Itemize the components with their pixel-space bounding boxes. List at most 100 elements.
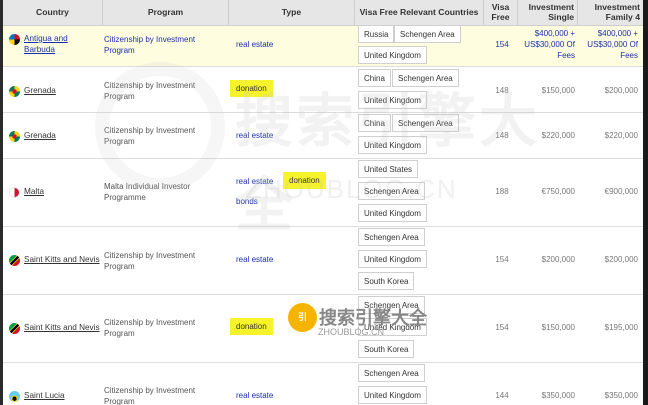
country-cell: Malta [9, 186, 44, 198]
country-cell: Antigua and Barbuda [9, 33, 68, 55]
program-line2: Program [104, 262, 135, 271]
country-cell: Grenada [9, 130, 56, 142]
visa-free-count: 148 [495, 86, 509, 95]
visa-free-count: 148 [495, 131, 509, 140]
investment-family-line3: Fees [620, 51, 638, 60]
type-donation-badge: donation [230, 318, 273, 335]
saint-lucia-flag-icon [9, 391, 20, 402]
type-bonds: bonds [236, 197, 258, 206]
visa-country-chip: United Kingdom [358, 204, 427, 222]
visa-country-chip: Schengen Area [358, 364, 425, 382]
program-line1: Citizenship by Investment [104, 318, 196, 327]
country-cell: Saint Lucia [9, 390, 65, 402]
malta-flag-icon [9, 187, 20, 198]
type-real-estate: real estate [236, 391, 274, 400]
visa-country-chip: United States [358, 160, 419, 178]
visa-free-count: 188 [495, 187, 509, 196]
program-line1: Malta Individual Investor [104, 182, 191, 191]
visa-free-count: 154 [495, 323, 509, 332]
country-link[interactable]: Grenada [24, 130, 56, 141]
header-program-label: Program [147, 6, 184, 17]
investment-single-line1: $400,000 + [534, 29, 575, 38]
visa-country-chip: United Kingdom [358, 46, 427, 64]
program-cell: Citizenship by Investment Program [104, 34, 224, 56]
visa-country-chip: United Kingdom [358, 136, 427, 154]
investment-family: $220,000 [604, 131, 638, 140]
header-type[interactable]: Type [229, 0, 355, 26]
country-cell: Saint Kitts and Nevis [9, 322, 100, 334]
header-inv-family-line2: Family 4 [605, 11, 640, 22]
type-real-estate: real estate [236, 131, 274, 140]
header-country[interactable]: Country [3, 0, 103, 26]
investment-single-line2: US$30,000 Of [524, 40, 575, 49]
type-donation-badge: donation [283, 172, 326, 189]
program-line1: Citizenship by Investment [104, 386, 196, 395]
saint-kitts-flag-icon [9, 323, 20, 334]
country-link[interactable]: Antigua and Barbuda [24, 33, 68, 55]
investment-single: $200,000 [541, 255, 575, 264]
antigua-flag-icon [9, 34, 20, 45]
country-link[interactable]: Saint Lucia [24, 390, 65, 401]
header-inv-single-line2: Single [548, 11, 574, 22]
watermark-logo-sub: ZHOUBLOG.CN [318, 327, 385, 337]
visa-country-chip: Schengen Area [358, 228, 425, 246]
visa-country-chip: South Korea [358, 340, 415, 358]
investment-family-line2: US$30,000 Of [587, 40, 638, 49]
investment-family: €900,000 [604, 187, 638, 196]
header-visa-free[interactable]: Visa Free [484, 0, 518, 26]
visa-country-chip: Schengen Area [392, 114, 459, 132]
country-cell: Saint Kitts and Nevis [9, 254, 100, 266]
type-donation-badge: donation [230, 80, 273, 97]
header-visa-free-line2: Free [491, 11, 510, 22]
program-line2: Program [104, 137, 135, 146]
results-table: Country Program Type Visa Free Relevant … [0, 0, 643, 405]
type-real-estate: real estate [236, 177, 274, 186]
investment-family-line1: $400,000 + [597, 29, 638, 38]
investment-family: $200,000 [604, 86, 638, 95]
investment-single: $150,000 [541, 86, 575, 95]
header-investment-family[interactable]: Investment Family 4 [578, 0, 643, 26]
program-line2: Program [104, 397, 135, 405]
investment-single: $150,000 [541, 323, 575, 332]
visa-country-chip: Schengen Area [358, 182, 425, 200]
visa-country-chip: Russia [358, 25, 395, 43]
country-link[interactable]: Grenada [24, 85, 56, 96]
country-name-line1: Antigua and [24, 34, 68, 43]
investment-family: $200,000 [604, 255, 638, 264]
header-visa-countries[interactable]: Visa Free Relevant Countries [355, 0, 484, 26]
program-line2: Programme [104, 193, 146, 202]
visa-country-chip: United Kingdom [358, 91, 427, 109]
program-line2: Program [104, 329, 135, 338]
header-visa-countries-label: Visa Free Relevant Countries [359, 6, 479, 17]
visa-country-chip: China [358, 114, 391, 132]
visa-country-chip: Schengen Area [394, 25, 461, 43]
country-cell: Grenada [9, 85, 56, 97]
program-cell: Citizenship by Investment Program [104, 385, 224, 405]
left-frame-edge [0, 0, 3, 405]
type-real-estate: real estate [236, 255, 274, 264]
investment-single: $220,000 [541, 131, 575, 140]
header-investment-single[interactable]: Investment Single [518, 0, 578, 26]
program-line1: Citizenship by Investment [104, 35, 196, 44]
program-cell: Citizenship by Investment Program [104, 317, 224, 339]
country-link[interactable]: Saint Kitts and Nevis [24, 322, 100, 333]
program-cell: Citizenship by Investment Program [104, 250, 224, 272]
visa-free-count: 144 [495, 391, 509, 400]
country-link[interactable]: Saint Kitts and Nevis [24, 254, 100, 265]
investment-single: €750,000 [541, 187, 575, 196]
program-cell: Citizenship by Investment Program [104, 80, 224, 102]
header-program[interactable]: Program [103, 0, 229, 26]
visa-free-count: 154 [495, 255, 509, 264]
investment-single-line3: Fees [557, 51, 575, 60]
saint-kitts-flag-icon [9, 255, 20, 266]
visa-country-chip: United Kingdom [358, 386, 427, 404]
program-line1: Citizenship by Investment [104, 126, 196, 135]
visa-country-chip: South Korea [358, 272, 415, 290]
program-cell: Malta Individual Investor Programme [104, 181, 224, 203]
right-frame-edge [643, 0, 648, 405]
country-link[interactable]: Malta [24, 186, 44, 197]
country-name-line2: Barbuda [24, 45, 55, 54]
visa-country-chip: Schengen Area [392, 69, 459, 87]
program-line2: Program [104, 46, 135, 55]
investment-single: $400,000 + US$30,000 Of Fees [519, 28, 575, 61]
